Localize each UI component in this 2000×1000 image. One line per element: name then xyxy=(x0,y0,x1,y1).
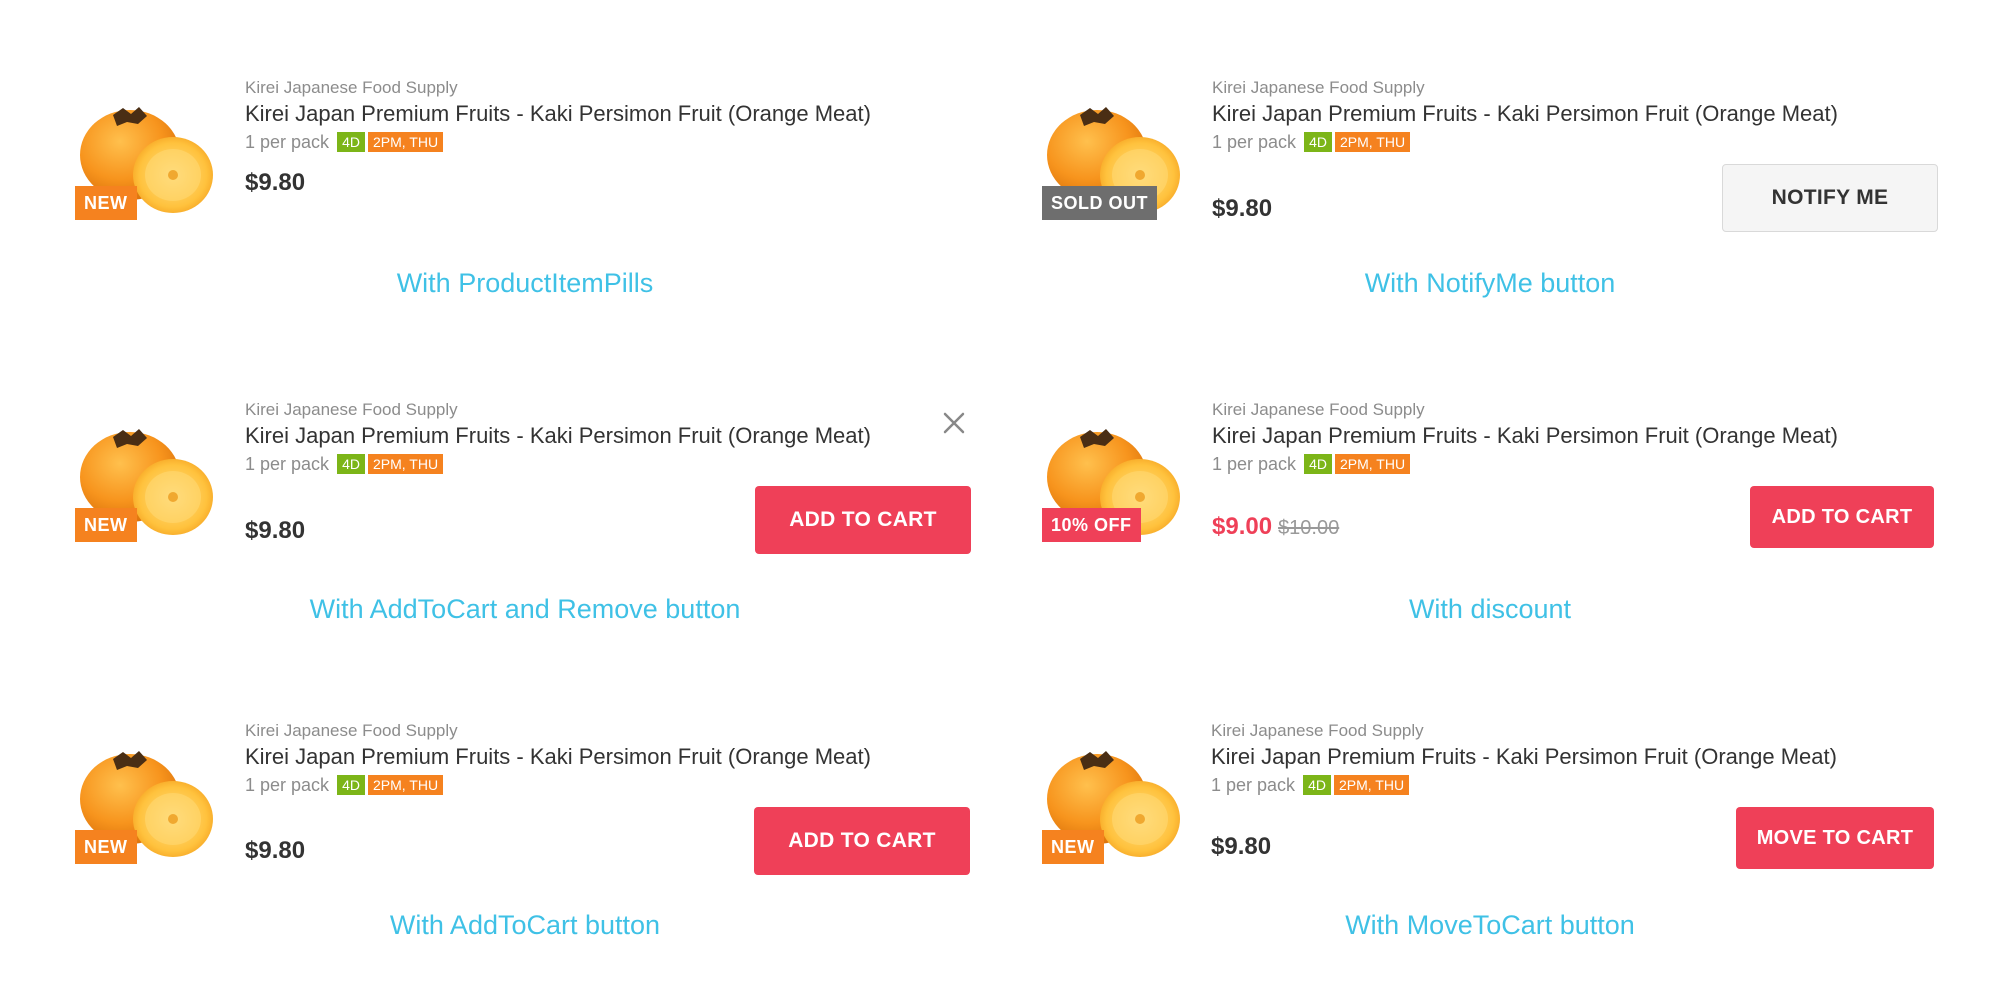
delivery-time-pill: 2PM, THU xyxy=(1334,454,1411,474)
product-thumbnail[interactable]: NEW xyxy=(75,402,215,542)
delivery-time-pill: 2PM, THU xyxy=(367,775,444,795)
pack-size: 1 per pack xyxy=(1211,775,1296,795)
vendor-name: Kirei Japanese Food Supply xyxy=(245,721,458,740)
vendor-name: Kirei Japanese Food Supply xyxy=(245,78,458,97)
sold-out-badge: SOLD OUT xyxy=(1042,186,1157,220)
price-group: $9.00 $10.00 xyxy=(1212,513,1339,541)
product-thumbnail[interactable]: 10% OFF xyxy=(1042,402,1182,542)
caption: With AddToCart and Remove button xyxy=(309,594,741,624)
caption: With NotifyMe button xyxy=(1364,268,1616,298)
delivery-time-pill: 2PM, THU xyxy=(367,454,444,474)
product-thumbnail[interactable]: SOLD OUT xyxy=(1042,80,1182,220)
delivery-time-pill: 2PM, THU xyxy=(1333,775,1410,795)
delivery-days-pill: 4D xyxy=(337,775,365,795)
add-to-cart-button[interactable]: ADD TO CART xyxy=(754,807,970,875)
original-price: $10.00 xyxy=(1278,517,1340,539)
pack-size: 1 per pack xyxy=(1212,132,1297,152)
pack-size: 1 per pack xyxy=(1212,454,1297,474)
vendor-name: Kirei Japanese Food Supply xyxy=(1212,78,1425,97)
delivery-time-pill: 2PM, THU xyxy=(1334,132,1411,152)
product-thumbnail[interactable]: NEW xyxy=(75,724,215,864)
delivery-time-pill: 2PM, THU xyxy=(367,132,444,152)
product-name[interactable]: Kirei Japan Premium Fruits - Kaki Persim… xyxy=(245,742,871,772)
caption: With ProductItemPills xyxy=(396,268,654,298)
delivery-days-pill: 4D xyxy=(1303,775,1331,795)
notify-me-button[interactable]: NOTIFY ME xyxy=(1722,164,1938,232)
product-name[interactable]: Kirei Japan Premium Fruits - Kaki Persim… xyxy=(1212,421,1838,451)
pack-size: 1 per pack xyxy=(245,132,330,152)
caption: With AddToCart button xyxy=(389,910,661,940)
product-name[interactable]: Kirei Japan Premium Fruits - Kaki Persim… xyxy=(1212,99,1838,129)
product-name[interactable]: Kirei Japan Premium Fruits - Kaki Persim… xyxy=(1211,742,1837,772)
vendor-name: Kirei Japanese Food Supply xyxy=(245,400,458,419)
move-to-cart-button[interactable]: MOVE TO CART xyxy=(1736,807,1934,869)
pack-size: 1 per pack xyxy=(245,454,330,474)
caption: With MoveToCart button xyxy=(1345,910,1635,940)
vendor-name: Kirei Japanese Food Supply xyxy=(1211,721,1424,740)
vendor-name: Kirei Japanese Food Supply xyxy=(1212,400,1425,419)
delivery-days-pill: 4D xyxy=(1304,132,1332,152)
new-badge: NEW xyxy=(1042,830,1104,864)
product-thumbnail[interactable]: NEW xyxy=(75,80,215,220)
delivery-days-pill: 4D xyxy=(1304,454,1332,474)
product-meta: 1 per pack 4D 2PM, THU xyxy=(245,772,871,798)
new-badge: NEW xyxy=(75,830,137,864)
delivery-days-pill: 4D xyxy=(337,454,365,474)
pack-size: 1 per pack xyxy=(245,775,330,795)
new-badge: NEW xyxy=(75,508,137,542)
product-meta: 1 per pack 4D 2PM, THU xyxy=(245,451,871,477)
price: $9.80 xyxy=(1212,195,1273,222)
product-thumbnail[interactable]: NEW xyxy=(1042,724,1182,864)
price: $9.80 xyxy=(245,837,306,864)
caption: With discount xyxy=(1408,594,1572,624)
delivery-days-pill: 4D xyxy=(337,132,365,152)
sale-price: $9.00 xyxy=(1212,513,1273,540)
price: $9.80 xyxy=(1211,833,1272,860)
add-to-cart-button[interactable]: ADD TO CART xyxy=(755,486,971,554)
product-meta: 1 per pack 4D 2PM, THU xyxy=(1212,451,1838,477)
discount-badge: 10% OFF xyxy=(1042,508,1141,542)
add-to-cart-button[interactable]: ADD TO CART xyxy=(1750,486,1934,548)
product-meta: 1 per pack 4D 2PM, THU xyxy=(1211,772,1837,798)
price: $9.80 xyxy=(245,169,306,196)
close-icon[interactable] xyxy=(941,410,967,436)
price: $9.80 xyxy=(245,517,306,544)
new-badge: NEW xyxy=(75,186,137,220)
product-meta: 1 per pack 4D 2PM, THU xyxy=(245,129,871,155)
product-name[interactable]: Kirei Japan Premium Fruits - Kaki Persim… xyxy=(245,421,871,451)
product-name[interactable]: Kirei Japan Premium Fruits - Kaki Persim… xyxy=(245,99,871,129)
product-meta: 1 per pack 4D 2PM, THU xyxy=(1212,129,1838,155)
